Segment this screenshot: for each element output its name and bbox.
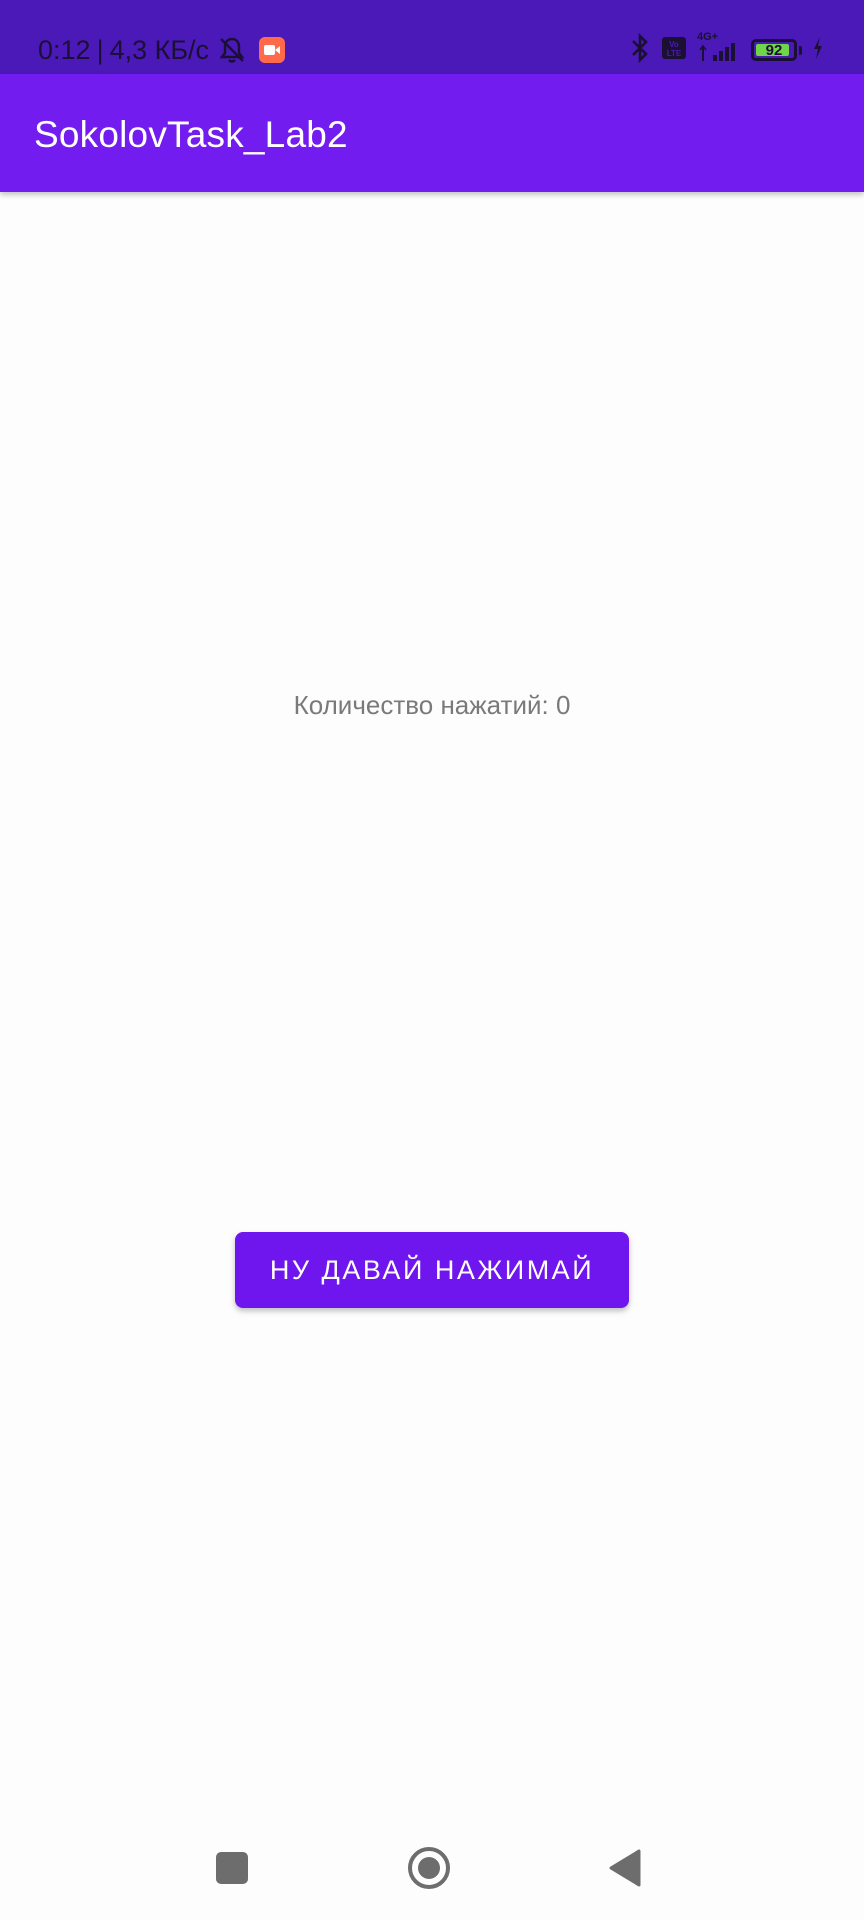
status-separator: | [96, 34, 104, 65]
volte-icon: Vo LTE [661, 35, 687, 66]
screen-record-icon [259, 37, 286, 63]
screen: 0:12 | 4,3 КБ/с Vo LTE 4G+ 92 SokolovTas… [0, 0, 864, 1920]
recents-square-icon[interactable] [215, 1851, 249, 1885]
muted-alarm-icon [217, 35, 247, 65]
bluetooth-icon [629, 32, 651, 68]
signal-icon: 4G+ [697, 31, 741, 65]
app-title: SokolovTask_Lab2 [34, 114, 348, 155]
status-right: Vo LTE 4G+ 92 [629, 30, 824, 70]
status-left: 0:12 | 4,3 КБ/с [38, 30, 286, 70]
click-counter-text: Количество нажатий: 0 [293, 690, 571, 720]
network-speed: 4,3 КБ/с [109, 34, 210, 65]
svg-text:Vo: Vo [669, 40, 679, 49]
status-time: 0:12 [38, 34, 91, 65]
navigation-bar [0, 1820, 864, 1920]
press-button[interactable]: НУ ДАВАЙ НАЖИМАЙ [235, 1232, 629, 1308]
charging-icon [812, 35, 824, 66]
battery-nub [799, 45, 802, 55]
app-bar: SokolovTask_Lab2 [0, 74, 864, 192]
status-bar: 0:12 | 4,3 КБ/с Vo LTE 4G+ 92 [0, 0, 864, 74]
battery-level: 92 [765, 41, 783, 59]
home-circle-icon[interactable] [406, 1845, 452, 1891]
svg-text:LTE: LTE [667, 49, 682, 58]
back-triangle-icon[interactable] [608, 1849, 642, 1887]
battery-icon: 92 [751, 39, 797, 61]
